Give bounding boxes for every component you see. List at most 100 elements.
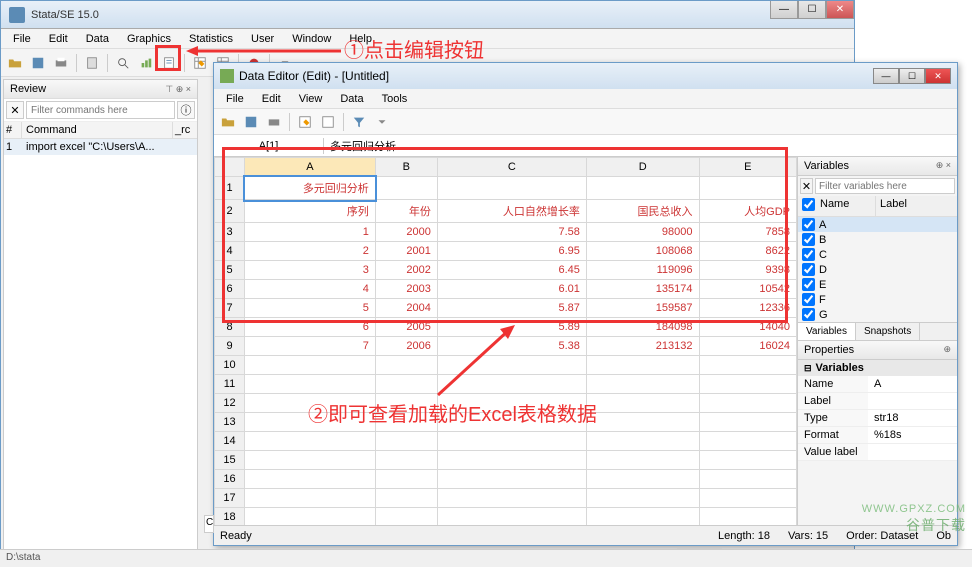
grid-row-header[interactable]: 12 [215,394,245,413]
grid-cell[interactable]: 159587 [586,299,699,318]
grid-cell[interactable]: 8622 [699,242,796,261]
property-row[interactable]: Typestr18 [798,410,957,427]
menu-help[interactable]: Help [341,31,380,47]
de-grid-scroll[interactable]: ABCDE 1多元回归分析2序列年份人口自然增长率国民总收入人均GDP31200… [214,157,797,525]
grid-cell[interactable]: 135174 [586,280,699,299]
grid-cell[interactable] [586,177,699,200]
grid-cell[interactable] [699,470,796,489]
grid-row-header[interactable]: 2 [215,200,245,223]
grid-cell[interactable] [245,413,376,432]
grid-cell[interactable]: 人口自然增长率 [437,200,586,223]
grid-cell[interactable]: 2 [245,242,376,261]
grid-cell[interactable] [699,413,796,432]
grid-col-header[interactable]: E [699,158,796,177]
de-filter-icon[interactable] [349,112,369,132]
menu-statistics[interactable]: Statistics [181,31,241,47]
grid-cell[interactable] [245,489,376,508]
grid-col-header[interactable]: B [375,158,437,177]
grid-cell[interactable] [375,508,437,526]
de-menu-view[interactable]: View [291,91,331,107]
variable-checkbox[interactable] [802,248,815,261]
variable-row[interactable]: B [798,232,957,247]
grid-cell[interactable] [699,489,796,508]
grid-cell[interactable] [245,394,376,413]
grid-cell[interactable]: 98000 [586,223,699,242]
variable-row[interactable]: E [798,277,957,292]
properties-pin-icon[interactable]: ⊕ [943,344,951,356]
grid-cell[interactable]: 7 [245,337,376,356]
print-icon[interactable] [51,53,71,73]
variable-row[interactable]: F [798,292,957,307]
de-cell-ref[interactable]: A[1] [214,138,324,154]
grid-cell[interactable] [699,356,796,375]
de-cell-value[interactable]: 多元回归分析 [324,136,957,156]
grid-col-header[interactable]: C [437,158,586,177]
grid-cell[interactable] [437,413,586,432]
variable-checkbox[interactable] [802,233,815,246]
review-pin-controls[interactable]: ⊤ ⊕ × [165,84,191,95]
variable-checkbox[interactable] [802,263,815,276]
grid-row-header[interactable]: 11 [215,375,245,394]
grid-cell[interactable] [586,508,699,526]
tab-variables[interactable]: Variables [798,323,856,340]
variables-pin-icon[interactable]: ⊕ × [936,160,951,172]
grid-cell[interactable]: 2003 [375,280,437,299]
grid-cell[interactable] [437,394,586,413]
variable-checkbox[interactable] [802,308,815,321]
grid-cell[interactable] [245,451,376,470]
review-head-command[interactable]: Command [22,122,173,138]
grid-cell[interactable]: 3 [245,261,376,280]
open-icon[interactable] [5,53,25,73]
grid-cell[interactable] [375,375,437,394]
grid-cell[interactable]: 10542 [699,280,796,299]
review-filter-clear-icon[interactable]: ✕ [6,101,24,119]
review-filter-input[interactable] [26,101,175,119]
de-save-icon[interactable] [241,112,261,132]
grid-row-header[interactable]: 15 [215,451,245,470]
grid-cell[interactable]: 5.89 [437,318,586,337]
property-row[interactable]: Format%18s [798,427,957,444]
variable-row[interactable]: G [798,307,957,322]
grid-cell[interactable] [375,470,437,489]
grid-cell[interactable]: 119096 [586,261,699,280]
grid-cell[interactable] [437,508,586,526]
grid-cell[interactable]: 12336 [699,299,796,318]
grid-cell[interactable] [375,356,437,375]
grid-cell[interactable]: 2006 [375,337,437,356]
viewer-icon[interactable] [113,53,133,73]
grid-row-header[interactable]: 10 [215,356,245,375]
menu-window[interactable]: Window [284,31,339,47]
grid-cell[interactable] [586,432,699,451]
grid-cell[interactable]: 6.45 [437,261,586,280]
grid-cell[interactable]: 108068 [586,242,699,261]
grid-cell[interactable]: 7858 [699,223,796,242]
grid-cell[interactable]: 6 [245,318,376,337]
grid-row-header[interactable]: 1 [215,177,245,200]
grid-cell[interactable]: 2004 [375,299,437,318]
grid-row-header[interactable]: 14 [215,432,245,451]
review-head-rc[interactable]: _rc [173,122,197,138]
grid-cell[interactable] [437,375,586,394]
grid-cell[interactable] [375,489,437,508]
de-minimize-button[interactable]: — [873,68,899,84]
grid-cell[interactable] [699,177,796,200]
variable-checkbox[interactable] [802,218,815,231]
grid-cell[interactable] [245,470,376,489]
log-icon[interactable] [82,53,102,73]
property-value[interactable]: str18 [868,410,957,426]
grid-cell[interactable] [586,451,699,470]
graph-icon[interactable] [136,53,156,73]
menu-file[interactable]: File [5,31,39,47]
review-filter-info-icon[interactable]: ⓘ [177,101,195,119]
main-titlebar[interactable]: Stata/SE 15.0 [1,1,854,29]
variables-head-label[interactable]: Label [876,196,957,216]
grid-cell[interactable]: 人均GDP [699,200,796,223]
grid-cell[interactable]: 1 [245,223,376,242]
de-menu-tools[interactable]: Tools [374,91,416,107]
de-close-button[interactable]: ✕ [925,68,951,84]
grid-cell[interactable] [245,375,376,394]
property-row[interactable]: NameA [798,376,957,393]
grid-corner[interactable] [215,158,245,177]
grid-cell[interactable]: 184098 [586,318,699,337]
grid-cell[interactable] [586,470,699,489]
